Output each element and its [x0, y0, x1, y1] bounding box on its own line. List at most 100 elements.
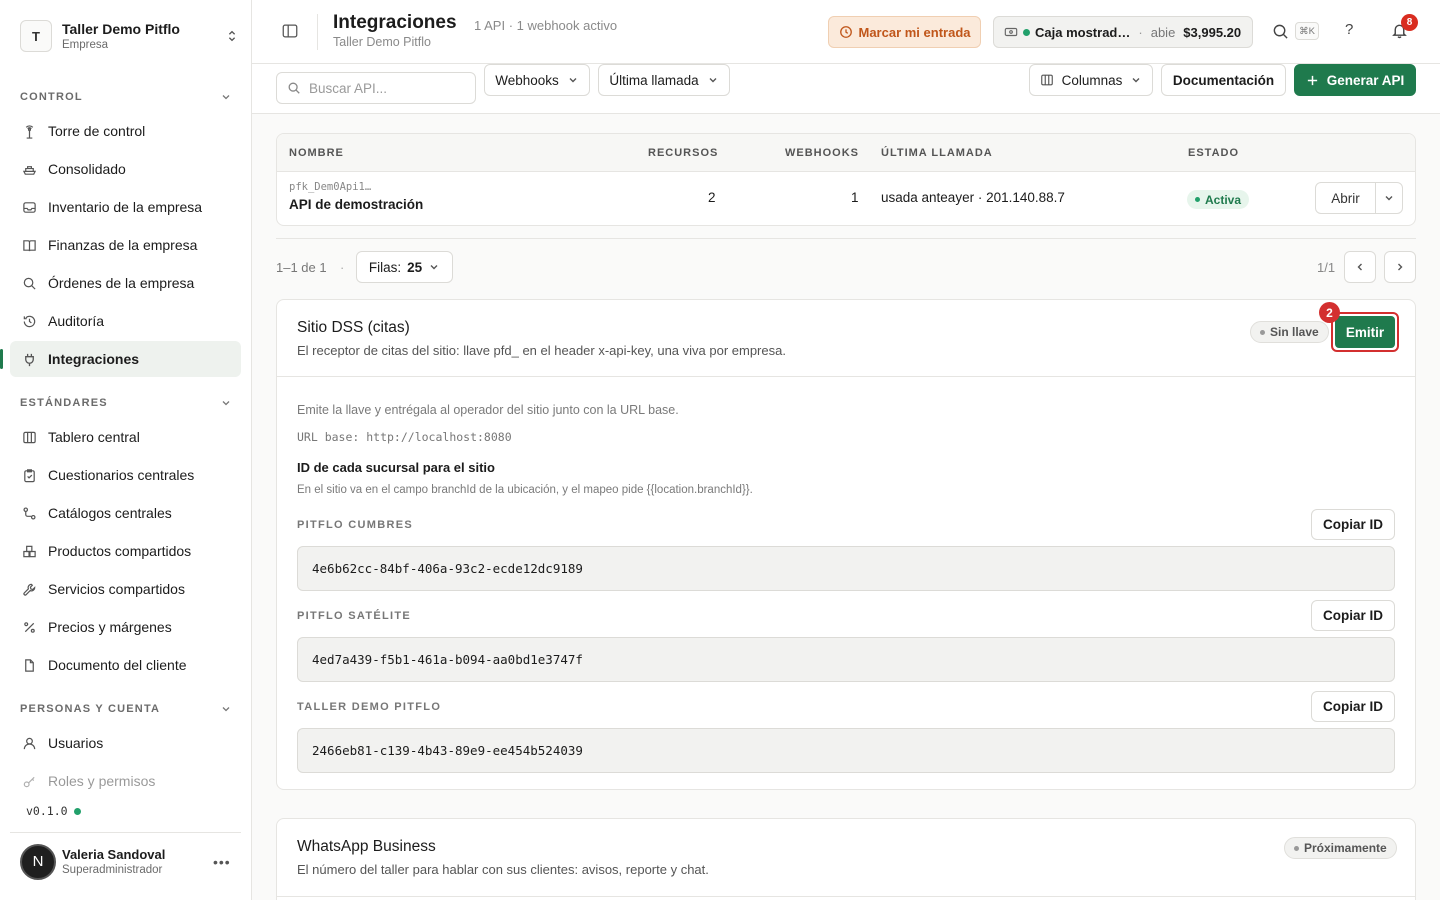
- documentation-button[interactable]: Documentación: [1161, 64, 1286, 96]
- open-button[interactable]: Abrir: [1316, 183, 1376, 213]
- branch-id-field[interactable]: 4e6b62cc-84bf-406a-93c2-ecde12dc9189: [297, 546, 1395, 591]
- sidebar-item-tablero-central[interactable]: Tablero central: [10, 419, 241, 455]
- sidebar-item-ordenes[interactable]: Órdenes de la empresa: [10, 265, 241, 301]
- user-icon: [21, 735, 37, 751]
- plus-icon: [1307, 75, 1317, 85]
- last-call-filter-button[interactable]: Última llamada: [598, 64, 730, 96]
- column-header-estado[interactable]: ESTADO: [1188, 134, 1239, 172]
- workspace-switcher[interactable]: T Taller Demo Pitflo Empresa: [20, 18, 240, 54]
- branch-id-field[interactable]: 4ed7a439-f5b1-461a-b094-aa0bd1e3747f: [297, 637, 1395, 682]
- emit-key-highlight: Emitir: [1331, 312, 1399, 352]
- column-header-recursos[interactable]: RECURSOS: [648, 134, 718, 172]
- sidebar-toggle-icon[interactable]: [281, 22, 301, 42]
- section-control-header[interactable]: CONTROL: [20, 91, 232, 103]
- sidebar-item-documento[interactable]: Documento del cliente: [10, 647, 241, 683]
- status-dot: [1260, 329, 1265, 335]
- chevron-down-icon: [1385, 196, 1393, 201]
- sidebar-item-label: Integraciones: [48, 351, 140, 367]
- chevron-updown-icon: [224, 28, 240, 44]
- generate-api-button[interactable]: Generar API: [1294, 64, 1416, 96]
- open-split-button: Abrir: [1315, 182, 1403, 214]
- separator: ·: [1138, 24, 1143, 40]
- sidebar-item-label: Catálogos centrales: [48, 505, 172, 521]
- cash-icon: [1004, 27, 1018, 37]
- user-menu[interactable]: N Valeria Sandoval Superadministrador ••…: [10, 832, 241, 890]
- column-header-ultima-llamada[interactable]: ÚLTIMA LLAMADA: [881, 134, 993, 172]
- previous-page-button[interactable]: [1344, 251, 1376, 283]
- webhooks-filter-button[interactable]: Webhooks: [484, 64, 590, 96]
- notification-count-badge: 8: [1401, 14, 1418, 31]
- webhooks-filter-label: Webhooks: [495, 72, 559, 88]
- chevron-down-icon: [222, 401, 230, 406]
- sidebar-item-consolidado[interactable]: Consolidado: [10, 151, 241, 187]
- key-icon: [21, 773, 37, 789]
- section-estandares-header[interactable]: ESTÁNDARES: [20, 397, 232, 409]
- route-icon: [21, 505, 37, 521]
- search-icon[interactable]: [1272, 23, 1290, 41]
- branch-id-field[interactable]: 2466eb81-c139-4b43-89e9-ee454b524039: [297, 728, 1395, 773]
- columns-button[interactable]: Columnas: [1029, 64, 1153, 96]
- sidebar-item-label: Finanzas de la empresa: [48, 237, 198, 253]
- column-header-webhooks[interactable]: WEBHOOKS: [785, 134, 859, 172]
- sidebar-item-servicios[interactable]: Servicios compartidos: [10, 571, 241, 607]
- chevron-down-icon: [222, 95, 230, 100]
- sidebar-item-torre-de-control[interactable]: Torre de control: [10, 113, 241, 149]
- sidebar: T Taller Demo Pitflo Empresa CONTROL Tor…: [0, 0, 252, 900]
- search-input[interactable]: [309, 80, 459, 96]
- api-last-call: usada anteayer · 201.140.88.7: [881, 190, 1065, 205]
- emit-hint: Emite la llave y entrégala al operador d…: [297, 403, 679, 417]
- rows-per-page-select[interactable]: Filas: 25: [356, 251, 453, 283]
- copy-id-button[interactable]: Copiar ID: [1311, 600, 1395, 631]
- status-dot: [1023, 28, 1030, 36]
- copy-id-button[interactable]: Copiar ID: [1311, 691, 1395, 722]
- api-name[interactable]: API de demostración: [289, 197, 423, 212]
- sidebar-item-usuarios[interactable]: Usuarios: [10, 725, 241, 761]
- column-header-nombre[interactable]: NOMBRE: [289, 134, 344, 172]
- api-key-prefix: pfk_Dem0Api1…: [289, 181, 372, 193]
- history-icon: [21, 313, 37, 329]
- open-menu-button[interactable]: [1376, 183, 1402, 213]
- copy-id-button[interactable]: Copiar ID: [1311, 509, 1395, 540]
- boxes-icon: [21, 543, 37, 559]
- clock-in-button[interactable]: Marcar mi entrada: [828, 16, 981, 48]
- search-box[interactable]: [276, 72, 476, 104]
- chevron-right-icon: [1398, 263, 1403, 271]
- ship-icon: [21, 161, 37, 177]
- sidebar-item-integraciones[interactable]: Integraciones: [0, 341, 241, 377]
- chevron-down-icon: [430, 265, 438, 270]
- card-description: El receptor de citas del sitio: llave pf…: [297, 343, 786, 358]
- sidebar-item-label: Inventario de la empresa: [48, 199, 203, 215]
- sidebar-item-precios[interactable]: Precios y márgenes: [10, 609, 241, 645]
- sidebar-item-roles[interactable]: Roles y permisos: [10, 763, 241, 799]
- section-personas-header[interactable]: PERSONAS Y CUENTA: [20, 703, 232, 715]
- dss-integration-card: Sitio DSS (citas) El receptor de citas d…: [276, 299, 1416, 790]
- columns-label: Columnas: [1061, 72, 1123, 88]
- document-icon: [21, 657, 37, 673]
- divider: [276, 238, 1416, 239]
- sidebar-item-cuestionarios[interactable]: Cuestionarios centrales: [10, 457, 241, 493]
- workspace-avatar: T: [20, 20, 52, 52]
- generate-api-label: Generar API: [1326, 72, 1405, 88]
- cash-register-selector[interactable]: Caja mostrad… · abie $3,995.20: [993, 16, 1253, 48]
- sidebar-item-label: Roles y permisos: [48, 773, 156, 789]
- more-icon[interactable]: •••: [213, 854, 233, 870]
- help-icon[interactable]: ?: [1345, 21, 1353, 38]
- next-page-button[interactable]: [1384, 251, 1416, 283]
- register-status: abie: [1150, 24, 1176, 40]
- plug-icon: [21, 351, 37, 367]
- sidebar-item-auditoria[interactable]: Auditoría: [10, 303, 241, 339]
- card-description: El número del taller para hablar con sus…: [297, 862, 709, 877]
- whatsapp-integration-card: WhatsApp Business El número del taller p…: [276, 818, 1416, 900]
- sidebar-item-catalogos[interactable]: Catálogos centrales: [10, 495, 241, 531]
- chevron-down-icon: [569, 78, 577, 83]
- emit-key-button[interactable]: Emitir: [1335, 316, 1395, 348]
- sidebar-item-finanzas[interactable]: Finanzas de la empresa: [10, 227, 241, 263]
- clipboard-icon: [21, 467, 37, 483]
- user-role: Superadministrador: [62, 863, 163, 876]
- wrench-icon: [21, 581, 37, 597]
- card-title: Sitio DSS (citas): [297, 319, 410, 336]
- status-dot: [1294, 845, 1299, 851]
- sidebar-item-productos[interactable]: Productos compartidos: [10, 533, 241, 569]
- columns-icon: [1040, 74, 1053, 86]
- sidebar-item-inventario[interactable]: Inventario de la empresa: [10, 189, 241, 225]
